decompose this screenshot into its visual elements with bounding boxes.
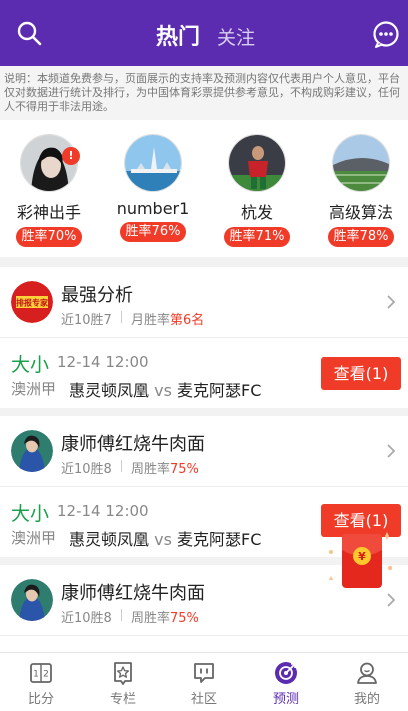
expert-name: 杭发 (240, 203, 273, 222)
avatar-logo-text: 排报专家 (16, 298, 49, 308)
nav-label: 预测 (272, 692, 299, 707)
prediction-card[interactable]: 排报专家 最强分析 近10胜7 月胜率第6名 大小 12-14 12:00 澳洲… (0, 267, 408, 408)
nav-item-prediction[interactable]: 预测 (245, 653, 327, 711)
expert-card[interactable]: ! 彩神出手 胜率70% (1, 134, 97, 247)
home-team: 惠灵顿凤凰 (69, 530, 150, 549)
nav-label: 专栏 (109, 692, 136, 707)
nav-item-column[interactable]: 专栏 (82, 653, 164, 711)
pick-type: 大小 (11, 503, 50, 525)
chevron-right-icon (387, 295, 396, 309)
stat-divider (121, 311, 122, 323)
win-rate-badge: 胜率70% (15, 227, 83, 247)
rank-value: 75% (170, 462, 199, 477)
svg-text:1: 1 (33, 670, 39, 680)
match-teams: 惠灵顿凤凰 vs 麦克阿瑟FC (69, 526, 261, 550)
rank-label: 周胜率 (131, 611, 171, 626)
app-root: 热门 关注 说明：本频道免费参与，页面展示的支持率及预测内容仅代表用户个人意见，… (0, 0, 408, 711)
expert-card[interactable]: number1 胜率76% (105, 134, 201, 242)
scoreboard-icon: 1 2 (30, 663, 52, 683)
author-row[interactable]: 排报专家 最强分析 近10胜7 月胜率第6名 (0, 267, 408, 337)
avatar (124, 134, 182, 192)
expert-list: ! 彩神出手 胜率70% number1 胜率76% 杭发 胜率71% 高级算法… (0, 120, 408, 257)
vs-label: vs (154, 381, 172, 400)
author-name: 最强分析 (61, 285, 133, 306)
match-time: 12-14 12:00 (57, 353, 149, 371)
away-team: 麦克阿瑟FC (177, 530, 262, 549)
league-name: 澳洲甲 (11, 380, 57, 398)
home-team: 惠灵顿凤凰 (69, 381, 150, 400)
recent-record: 近10胜7 (61, 313, 112, 328)
svg-text:¥: ¥ (358, 550, 366, 563)
chat-bubble-icon[interactable] (372, 20, 400, 48)
match-teams: 惠灵顿凤凰 vs 麦克阿瑟FC (69, 377, 261, 401)
search-icon[interactable] (16, 20, 42, 46)
rank-label: 周胜率 (131, 462, 171, 477)
vs-label: vs (154, 530, 172, 549)
star-document-icon (114, 662, 132, 685)
rank-value: 第6名 (170, 313, 205, 328)
nav-label: 我的 (353, 692, 380, 707)
bottom-nav: 1 2 比分 专栏 社区 预测 我的 (0, 652, 408, 711)
avatar (11, 430, 53, 472)
rank-stat: 周胜率75% (131, 607, 199, 626)
divider (0, 635, 408, 636)
away-team: 麦克阿瑟FC (177, 381, 262, 400)
author-row[interactable]: 康师傅红烧牛肉面 近10胜8 周胜率75% (0, 416, 408, 486)
stat-divider (121, 609, 122, 621)
league-name: 澳洲甲 (11, 529, 57, 547)
notification-badge: ! (62, 147, 80, 165)
match-time: 12-14 12:00 (57, 502, 149, 520)
win-rate-badge: 胜率76% (119, 222, 187, 242)
disclaimer-text: 说明：本频道免费参与，页面展示的支持率及预测内容仅代表用户个人意见，平台仅对数据… (0, 66, 408, 120)
expert-name: number1 (116, 199, 190, 218)
avatar (228, 134, 286, 192)
avatar (11, 579, 53, 621)
expert-name: 高级算法 (328, 203, 393, 222)
chevron-right-icon (387, 444, 396, 458)
chevron-right-icon (387, 593, 396, 607)
nav-label: 比分 (27, 692, 54, 707)
svg-text:2: 2 (43, 670, 49, 680)
tab-follow[interactable]: 关注 (217, 23, 255, 50)
win-rate-badge: 胜率71% (223, 227, 291, 247)
rank-stat: 月胜率第6名 (131, 309, 204, 328)
nav-item-mine[interactable]: 我的 (326, 653, 408, 711)
expert-name: 彩神出手 (16, 203, 81, 222)
rank-label: 月胜率 (131, 313, 171, 328)
community-chat-icon (194, 663, 214, 683)
expert-card[interactable]: 杭发 胜率71% (209, 134, 305, 247)
recent-record: 近10胜8 (61, 462, 112, 477)
prediction-target-icon (275, 662, 297, 684)
nav-item-score[interactable]: 1 2 比分 (0, 653, 82, 711)
win-rate-badge: 胜率78% (327, 227, 395, 247)
author-name: 康师傅红烧牛肉面 (61, 434, 205, 455)
tab-hot[interactable]: 热门 (156, 19, 200, 51)
avatar: 排报专家 (11, 281, 53, 323)
nav-item-community[interactable]: 社区 (163, 653, 245, 711)
recent-record: 近10胜8 (61, 611, 112, 626)
avatar (332, 134, 390, 192)
rank-stat: 周胜率75% (131, 458, 199, 477)
view-button[interactable]: 查看(1) (321, 357, 401, 390)
rank-value: 75% (170, 611, 199, 626)
profile-icon (357, 662, 377, 684)
red-envelope-button[interactable]: ¥ (327, 530, 395, 592)
author-name: 康师傅红烧牛肉面 (61, 583, 205, 604)
red-envelope-icon: ¥ (329, 532, 393, 588)
stat-divider (121, 460, 122, 472)
pick-row[interactable]: 大小 12-14 12:00 澳洲甲 惠灵顿凤凰 vs 麦克阿瑟FC 查看(1) (0, 338, 408, 408)
top-header: 热门 关注 (0, 0, 408, 66)
expert-card[interactable]: 高级算法 胜率78% (313, 134, 408, 247)
pick-type: 大小 (11, 354, 50, 376)
nav-label: 社区 (190, 692, 217, 707)
